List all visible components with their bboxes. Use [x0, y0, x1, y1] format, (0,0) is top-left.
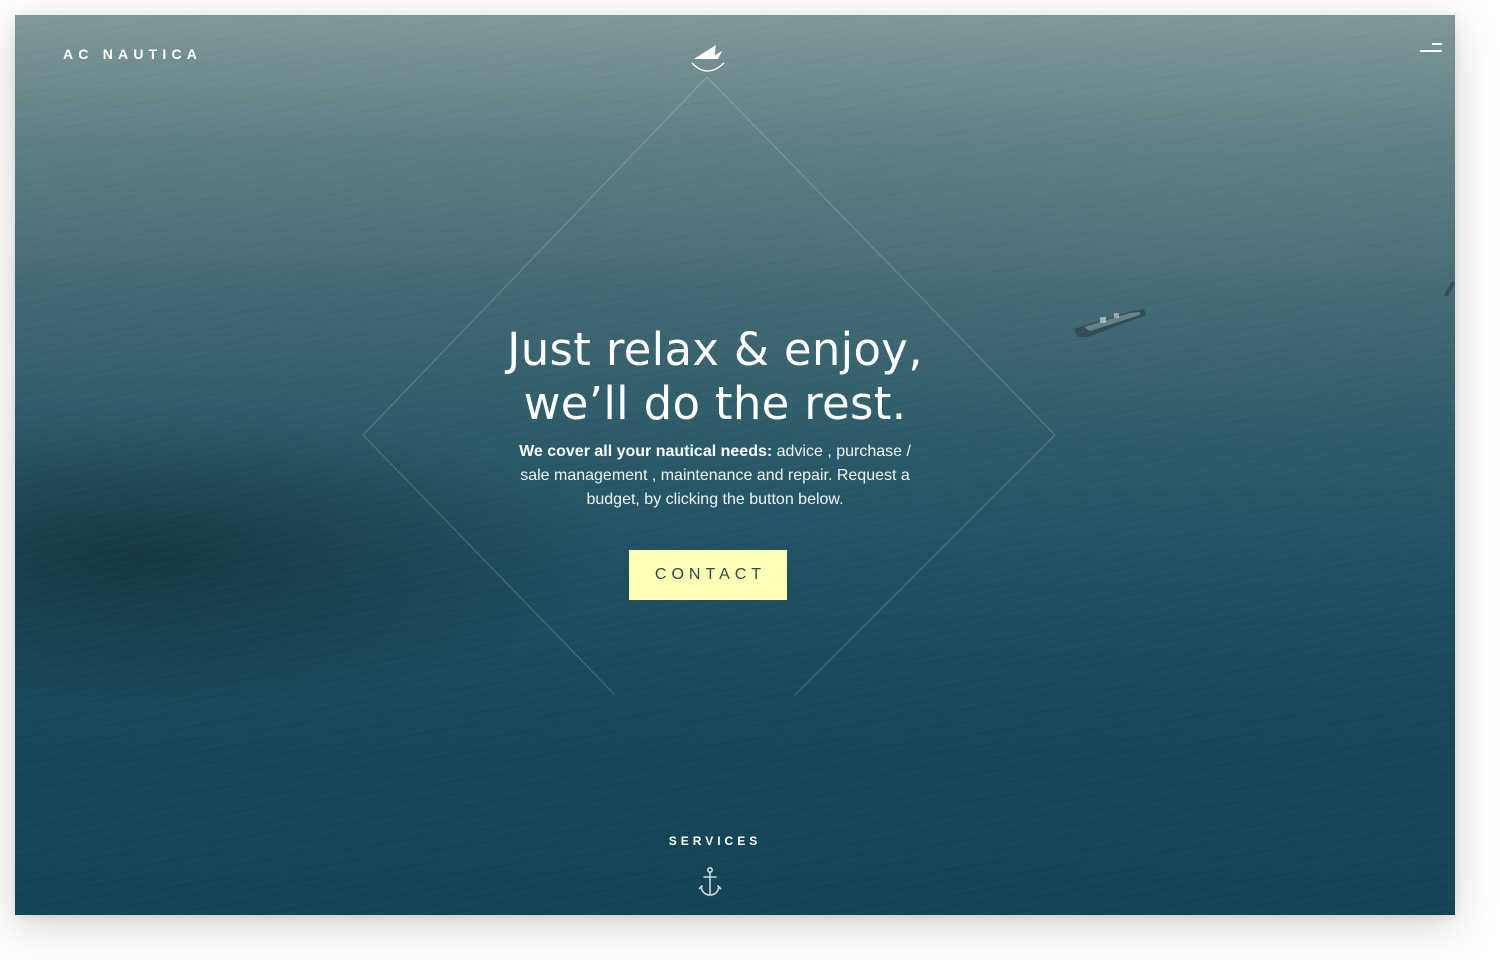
- hero-description: We cover all your nautical needs: advice…: [505, 440, 925, 512]
- boat-image: [1074, 309, 1146, 337]
- headline-line-1: Just relax & enjoy,: [507, 323, 923, 376]
- anchor-icon[interactable]: [698, 866, 722, 898]
- sailboat-logo-icon[interactable]: [686, 37, 728, 77]
- hero-content: Just relax & enjoy, we’ll do the rest. W…: [435, 323, 995, 512]
- distant-boat-image: [1444, 281, 1455, 297]
- contact-button[interactable]: CONTACT: [629, 550, 787, 600]
- headline-line-2: we’ll do the rest.: [523, 377, 907, 430]
- hero-headline: Just relax & enjoy, we’ll do the rest.: [435, 323, 995, 431]
- description-lead: We cover all your nautical needs:: [519, 443, 773, 460]
- hero-section: AC NAUTICA Just relax & enjoy, we’ll do …: [15, 15, 1455, 915]
- hamburger-menu-icon[interactable]: [1416, 40, 1444, 56]
- services-link[interactable]: SERVICES: [615, 834, 815, 848]
- brand-name[interactable]: AC NAUTICA: [63, 46, 202, 62]
